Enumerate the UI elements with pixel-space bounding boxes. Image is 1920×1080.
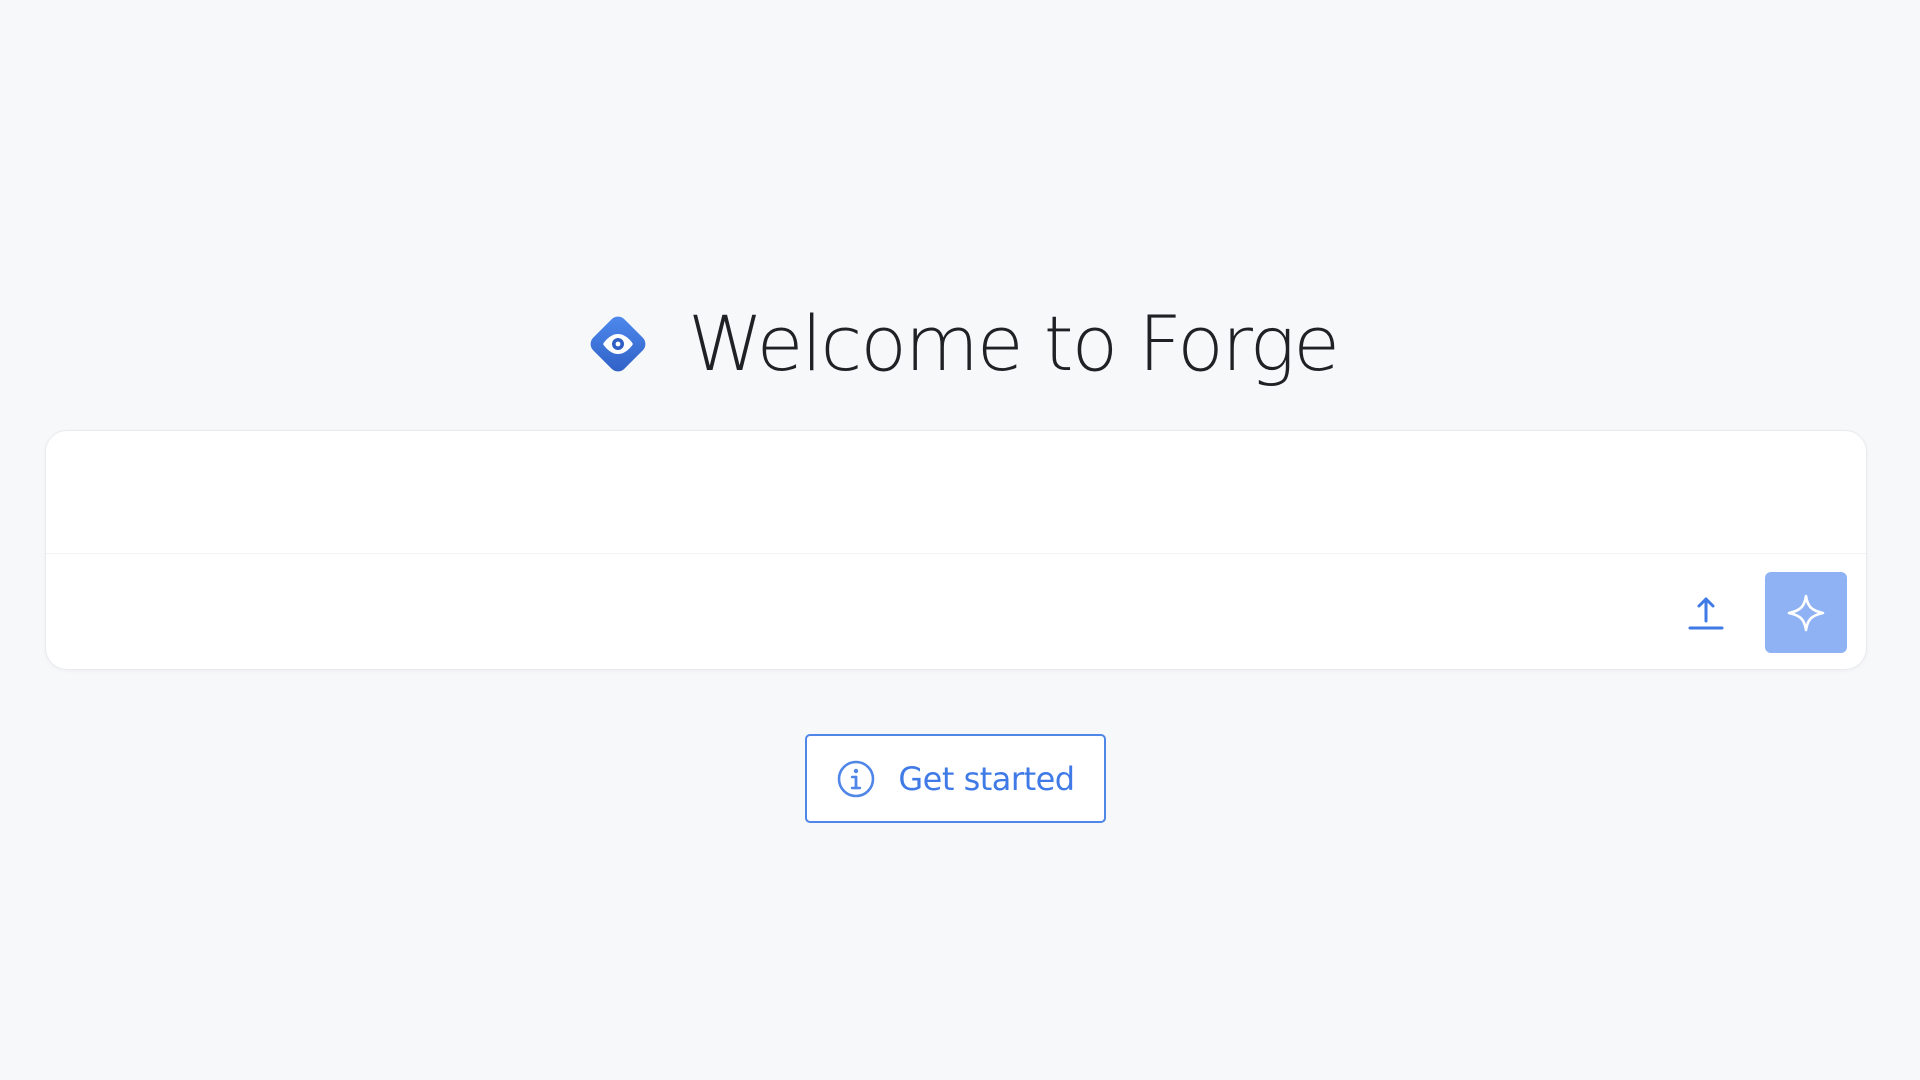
page-header: Welcome to Forge bbox=[0, 298, 1920, 390]
prompt-input[interactable] bbox=[46, 431, 1866, 553]
upload-button[interactable] bbox=[1668, 576, 1744, 650]
generate-button[interactable] bbox=[1765, 572, 1847, 653]
eye-diamond-icon bbox=[590, 316, 646, 372]
prompt-composer bbox=[45, 430, 1867, 670]
upload-icon bbox=[1688, 597, 1724, 630]
sparkle-icon bbox=[1787, 594, 1825, 631]
get-started-label: Get started bbox=[898, 759, 1075, 798]
welcome-page: Welcome to Forge Get started bbox=[0, 0, 1920, 1080]
page-title: Welcome to Forge bbox=[687, 299, 1340, 388]
info-icon bbox=[838, 760, 875, 797]
get-started-button[interactable]: Get started bbox=[805, 734, 1106, 823]
composer-divider bbox=[46, 553, 1866, 554]
